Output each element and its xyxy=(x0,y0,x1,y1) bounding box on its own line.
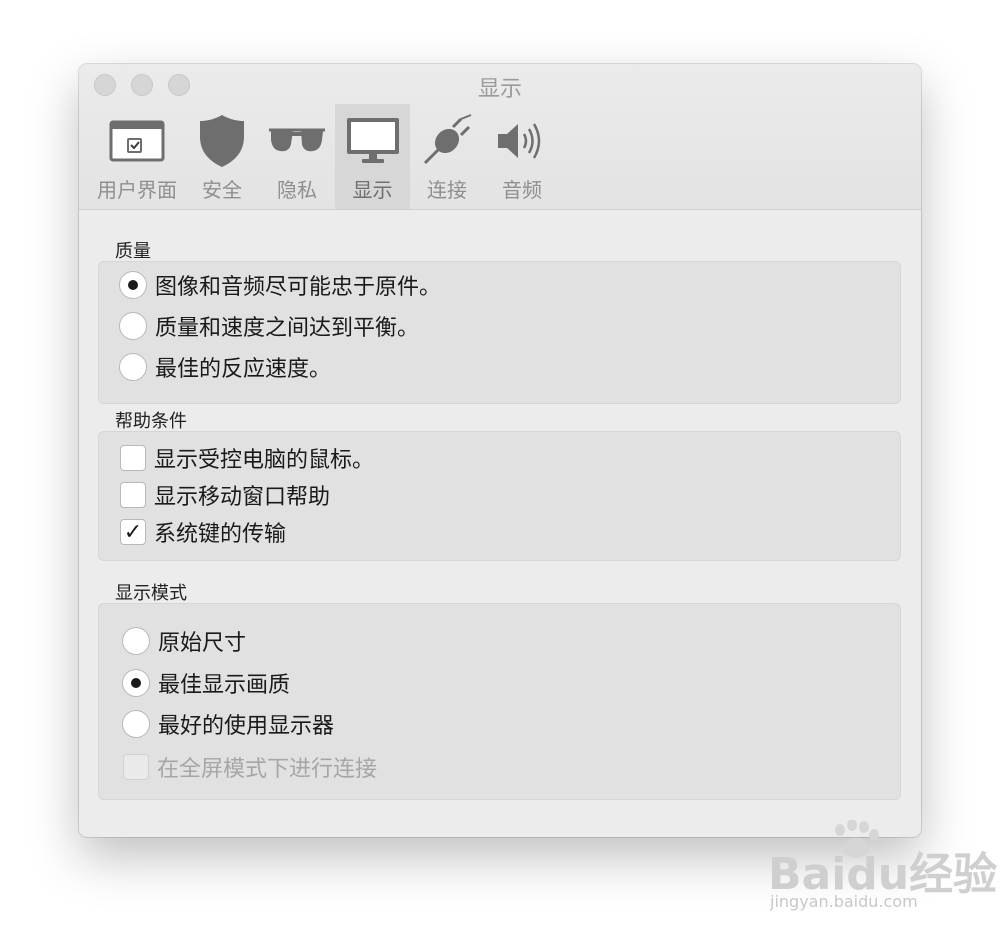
display-option-fullscreen: 在全屏模式下进行连接 xyxy=(123,751,377,783)
help-group: 显示受控电脑的鼠标。 显示移动窗口帮助 ✓ 系统键的传输 xyxy=(98,431,901,561)
baidu-watermark: Baidu经验 jingyan.baidu.com xyxy=(760,820,997,920)
tab-label: 用户界面 xyxy=(97,178,177,202)
tab-label: 隐私 xyxy=(277,178,317,202)
checkbox[interactable] xyxy=(120,445,146,471)
window-title: 显示 xyxy=(477,77,522,102)
option-label: 最佳显示画质 xyxy=(158,673,291,698)
sunglasses-icon xyxy=(262,112,332,170)
tab-label: 安全 xyxy=(202,178,242,202)
speaker-icon xyxy=(487,112,557,170)
shield-icon xyxy=(187,112,257,170)
title-toolbar: 显示 用户界面 安全 隐私 显示 连接 音频 xyxy=(79,64,921,210)
display-mode-group: 原始尺寸 最佳显示画质 最好的使用显示器 在全屏模式下进行连接 xyxy=(98,603,901,800)
option-label: 质量和速度之间达到平衡。 xyxy=(155,316,420,341)
quality-option-balanced[interactable]: 质量和速度之间达到平衡。 xyxy=(119,310,419,342)
option-label: 系统键的传输 xyxy=(154,522,287,547)
tab-display[interactable]: 显示 xyxy=(335,104,410,209)
preferences-window: 显示 用户界面 安全 隐私 显示 连接 音频 质量 图像和音频尽可能忠于原件。 … xyxy=(79,64,921,837)
quality-option-faithful[interactable]: 图像和音频尽可能忠于原件。 xyxy=(119,269,441,301)
tab-label: 显示 xyxy=(352,178,393,202)
tab-label: 连接 xyxy=(427,178,467,202)
radio-button[interactable] xyxy=(119,312,147,340)
checkbox[interactable]: ✓ xyxy=(120,519,146,545)
radio-selected-dot xyxy=(128,280,138,290)
help-option-system-keys[interactable]: ✓ 系统键的传输 xyxy=(120,516,286,548)
tab-privacy[interactable]: 隐私 xyxy=(262,104,332,209)
option-label: 最佳的反应速度。 xyxy=(155,357,332,382)
quality-group-title: 质量 xyxy=(115,241,151,262)
watermark-url: jingyan.baidu.com xyxy=(770,892,918,911)
quality-group: 图像和音频尽可能忠于原件。 质量和速度之间达到平衡。 最佳的反应速度。 xyxy=(98,261,901,404)
radio-button[interactable] xyxy=(122,627,150,655)
radio-button[interactable] xyxy=(122,710,150,738)
help-option-move-window-help[interactable]: 显示移动窗口帮助 xyxy=(120,479,330,511)
display-mode-group-title: 显示模式 xyxy=(115,583,187,604)
tab-user-interface[interactable]: 用户界面 xyxy=(93,104,181,209)
radio-button[interactable] xyxy=(119,271,147,299)
radio-selected-dot xyxy=(131,678,141,688)
tab-label: 音频 xyxy=(502,178,542,202)
help-option-show-mouse[interactable]: 显示受控电脑的鼠标。 xyxy=(120,442,374,474)
display-option-original-size[interactable]: 原始尺寸 xyxy=(122,625,246,657)
checkmark-icon: ✓ xyxy=(123,519,143,545)
display-option-best-monitor[interactable]: 最好的使用显示器 xyxy=(122,708,334,740)
option-label: 显示移动窗口帮助 xyxy=(154,485,331,510)
option-label: 最好的使用显示器 xyxy=(158,714,335,739)
tab-audio[interactable]: 音频 xyxy=(487,104,557,209)
radio-button[interactable] xyxy=(122,669,150,697)
option-label: 原始尺寸 xyxy=(158,631,247,656)
window-icon xyxy=(93,112,181,170)
option-label: 显示受控电脑的鼠标。 xyxy=(154,448,375,473)
tab-connection[interactable]: 连接 xyxy=(412,104,482,209)
option-label: 在全屏模式下进行连接 xyxy=(157,757,378,782)
radio-button[interactable] xyxy=(119,353,147,381)
display-option-best-quality[interactable]: 最佳显示画质 xyxy=(122,667,290,699)
quality-option-fastest[interactable]: 最佳的反应速度。 xyxy=(119,351,331,383)
monitor-icon xyxy=(335,112,410,170)
checkbox[interactable] xyxy=(120,482,146,508)
checkbox xyxy=(123,754,149,780)
plug-icon xyxy=(412,112,482,170)
option-label: 图像和音频尽可能忠于原件。 xyxy=(155,275,442,300)
help-group-title: 帮助条件 xyxy=(115,411,187,432)
tab-security[interactable]: 安全 xyxy=(187,104,257,209)
